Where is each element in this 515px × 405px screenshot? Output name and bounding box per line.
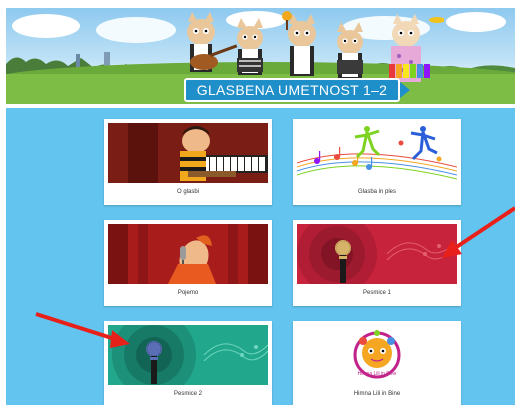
singer-illustration xyxy=(108,224,268,284)
card-thumbnail xyxy=(297,123,457,183)
cat-musicians-illustration xyxy=(187,11,444,82)
piano-boy-illustration xyxy=(108,123,268,183)
card-pesmice-1[interactable]: Pesmice 1 xyxy=(293,220,461,306)
card-glasba-in-ples[interactable]: Glasba in ples xyxy=(293,119,461,205)
banner-divider xyxy=(6,104,515,108)
card-pojemo[interactable]: Pojemo xyxy=(104,220,272,306)
dancers-notes-illustration xyxy=(297,123,457,183)
card-label: Himna Lili in Bine xyxy=(353,391,401,397)
card-label: Pesmice 1 xyxy=(362,290,391,296)
card-label: O glasbi xyxy=(176,189,199,195)
card-thumbnail xyxy=(108,123,268,183)
card-himna-lili-in-bine[interactable]: Himna Lili in Bine Himna Lili in Bine xyxy=(293,321,461,405)
lili-bine-logo: Himna Lili in Bine xyxy=(297,325,457,385)
card-label: Pesmice 2 xyxy=(173,391,202,397)
card-thumbnail xyxy=(297,224,457,284)
card-thumbnail: Himna Lili in Bine xyxy=(297,325,457,385)
microphone-red-illustration xyxy=(297,224,457,284)
header-banner: GLASBENA UMETNOST 1–2 xyxy=(6,8,515,104)
card-o-glasbi[interactable]: O glasbi xyxy=(104,119,272,205)
annotation-arrow-icon xyxy=(35,312,130,348)
annotation-arrow-icon xyxy=(442,206,515,258)
card-label: Glasba in ples xyxy=(357,189,397,195)
card-thumbnail xyxy=(108,224,268,284)
page-title: GLASBENA UMETNOST 1–2 xyxy=(184,78,410,102)
logo-text: Himna Lili in Bine xyxy=(358,371,397,377)
card-label: Pojemo xyxy=(177,290,199,296)
